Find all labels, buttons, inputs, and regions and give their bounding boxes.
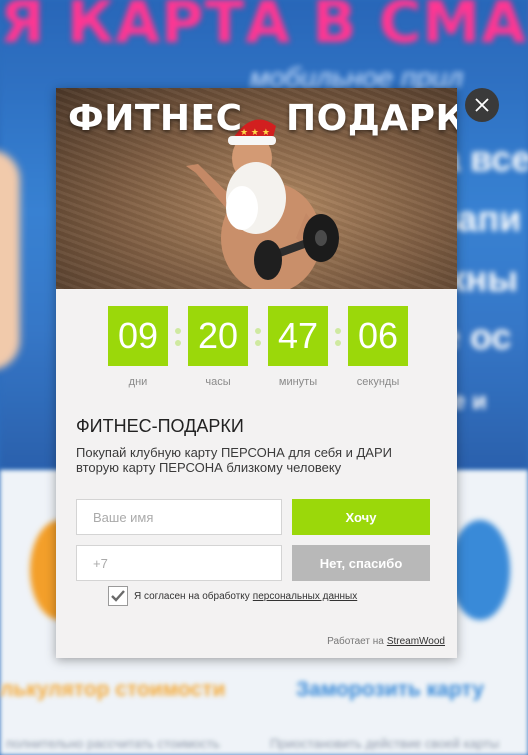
countdown-seconds: 06 (348, 306, 408, 366)
personal-data-link[interactable]: персональных данных (253, 591, 357, 602)
phone-input[interactable] (76, 545, 282, 581)
promo-banner: ★ ★ ★ ФИТНЕС ПОДАРКИ (56, 88, 457, 289)
close-button[interactable] (465, 88, 499, 122)
countdown-minutes-label: минуты (278, 376, 318, 388)
countdown-separator (255, 328, 261, 346)
form-title: ФИТНЕС-ПОДАРКИ (76, 416, 244, 436)
countdown-days-label: дни (128, 376, 148, 388)
powered-by: Работает на StreamWood (327, 636, 445, 647)
consent-label: Я согласен на обработку (134, 590, 250, 602)
powered-by-label: Работает на (327, 636, 384, 647)
countdown-seconds-label: секунды (356, 376, 400, 388)
countdown-separator (335, 328, 341, 346)
name-input[interactable] (76, 499, 282, 535)
banner-title-left: ФИТНЕС (68, 98, 243, 139)
check-icon (111, 590, 125, 602)
want-button[interactable]: Хочу (292, 499, 430, 535)
dumbbell-hub (315, 230, 327, 246)
countdown-minutes: 47 (268, 306, 328, 366)
countdown-separator (175, 328, 181, 346)
consent-row: Я согласен на обработку персональных дан… (108, 586, 357, 606)
banner-title-right: ПОДАРКИ (286, 98, 457, 139)
hat-stars-decoration: ★ ★ ★ (240, 128, 270, 138)
form-description: Покупай клубную карту ПЕРСОНА для себя и… (76, 445, 392, 475)
beard-highlight-shape (226, 186, 258, 230)
streamwood-link[interactable]: StreamWood (387, 636, 445, 647)
no-thanks-button[interactable]: Нет, спасибо (292, 545, 430, 581)
pointing-arm-shape (186, 164, 231, 208)
countdown-hours-label: часы (205, 376, 231, 388)
consent-checkbox[interactable] (108, 586, 128, 606)
promo-modal: ★ ★ ★ ФИТНЕС ПОДАРКИ 09 20 47 06 дни час… (56, 88, 457, 658)
countdown-hours: 20 (188, 306, 248, 366)
close-icon (475, 98, 489, 112)
countdown-days: 09 (108, 306, 168, 366)
dumbbell-plate-left (254, 240, 282, 280)
countdown-timer: 09 20 47 06 дни часы минуты секунды (108, 306, 408, 396)
